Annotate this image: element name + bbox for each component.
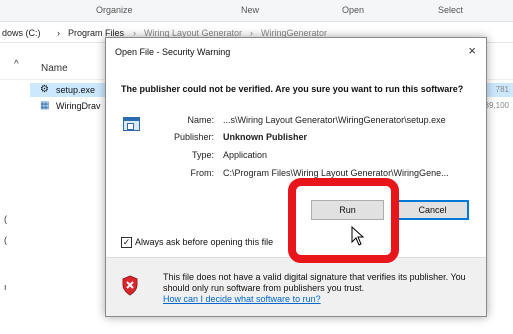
ribbon-group-select: Select xyxy=(438,5,464,15)
mouse-cursor-icon xyxy=(351,226,365,246)
breadcrumb-drive[interactable]: dows (C:) xyxy=(2,28,41,38)
name-label: Name: xyxy=(187,115,214,125)
from-label: From: xyxy=(190,168,215,178)
dialog-footer: This file does not have a valid digital … xyxy=(106,257,486,316)
ribbon-group-new: New xyxy=(241,5,260,15)
name-value: ...s\Wiring Layout Generator\WiringGener… xyxy=(223,115,446,125)
nav-tree-fragment: ı xyxy=(4,282,7,292)
help-link[interactable]: How can I decide what software to run? xyxy=(163,294,321,304)
file-name: WiringDrav xyxy=(56,101,101,111)
file-size: 781 xyxy=(495,85,509,94)
dialog-title: Open File - Security Warning xyxy=(115,47,231,57)
type-label: Type: xyxy=(191,150,214,160)
file-size: 39,100 xyxy=(484,101,509,110)
ribbon-group-organize: Organize xyxy=(96,5,133,15)
always-ask-checkbox[interactable]: ✓ xyxy=(121,237,132,248)
column-header-name[interactable]: Name xyxy=(41,63,68,74)
from-value: C:\Program Files\Wiring Layout Generator… xyxy=(223,168,449,178)
cancel-button[interactable]: Cancel xyxy=(396,200,469,220)
always-ask-label[interactable]: Always ask before opening this file xyxy=(135,237,273,247)
installer-icon: ⚙ xyxy=(40,84,49,95)
run-button-highlight xyxy=(288,178,399,263)
publisher-value: Unknown Publisher xyxy=(223,132,308,142)
breadcrumb-separator: › xyxy=(57,28,60,38)
ribbon-group-open: Open xyxy=(342,5,365,15)
type-value: Application xyxy=(223,150,268,160)
nav-tree-fragment: ( xyxy=(4,214,7,224)
security-shield-icon xyxy=(122,275,138,296)
security-warning-dialog: Open File - Security Warning × The publi… xyxy=(105,37,487,317)
close-icon[interactable]: × xyxy=(468,43,476,58)
nav-tree-fragment: ( xyxy=(4,235,7,245)
sort-up-icon[interactable]: ^ xyxy=(14,59,19,70)
signature-warning-text: This file does not have a valid digital … xyxy=(163,272,466,293)
file-name: setup.exe xyxy=(56,85,96,95)
ribbon-group-labels: Organize New Open Select xyxy=(0,0,513,22)
application-icon: ▦ xyxy=(40,100,50,111)
publisher-label: Publisher: xyxy=(173,132,214,142)
warning-heading: The publisher could not be verified. Are… xyxy=(121,84,464,94)
